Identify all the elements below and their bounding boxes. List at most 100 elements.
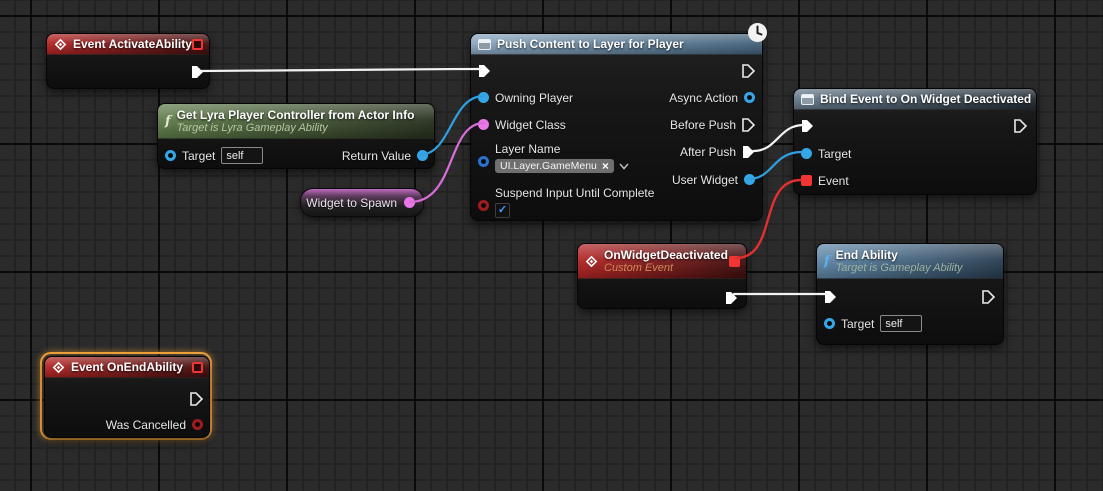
exec-pin-icon bbox=[191, 65, 204, 79]
suspend-checkbox[interactable]: ✓ bbox=[495, 203, 510, 218]
wire-exec-activate-to-push[interactable] bbox=[201, 69, 481, 71]
node-header: f End Ability Target is Gameplay Ability bbox=[817, 244, 1003, 279]
check-icon: ✓ bbox=[498, 205, 507, 216]
node-push-content-to-layer[interactable]: Push Content to Layer for Player Owning … bbox=[470, 33, 763, 221]
node-end-ability[interactable]: f End Ability Target is Gameplay Ability… bbox=[816, 243, 1004, 345]
pin-label: Was Cancelled bbox=[106, 418, 186, 432]
pin-label: Target bbox=[841, 317, 874, 331]
node-header: Bind Event to On Widget Deactivated bbox=[794, 89, 1036, 110]
node-header: Event OnEndAbility bbox=[45, 357, 209, 378]
exec-pin-icon bbox=[801, 119, 814, 133]
class-pin-icon[interactable] bbox=[478, 119, 489, 130]
pin-suspend-input[interactable]: Suspend Input Until Complete ✓ bbox=[478, 186, 654, 218]
class-pin-icon[interactable] bbox=[404, 197, 415, 208]
object-pin-icon[interactable] bbox=[165, 150, 176, 161]
selection-frame: Event OnEndAbility Was Cancelled bbox=[40, 352, 212, 440]
node-widget-to-spawn[interactable]: Widget to Spawn bbox=[300, 188, 424, 217]
node-subtitle: Custom Event bbox=[604, 263, 728, 274]
node-header: Event ActivateAbility bbox=[47, 34, 209, 55]
exec-out-pin[interactable] bbox=[982, 287, 995, 306]
object-pin-icon[interactable] bbox=[478, 92, 489, 103]
event-diamond-icon bbox=[52, 361, 65, 374]
chevron-down-icon[interactable] bbox=[619, 163, 629, 170]
exec-pin-icon bbox=[478, 64, 491, 78]
pin-label: Layer Name bbox=[495, 142, 629, 156]
pin-before-push[interactable]: Before Push bbox=[670, 115, 755, 134]
node-on-widget-deactivated[interactable]: OnWidgetDeactivated Custom Event bbox=[577, 243, 747, 309]
target-self-field[interactable] bbox=[880, 315, 922, 332]
node-title: Bind Event to On Widget Deactivated bbox=[820, 92, 1031, 106]
object-pin-icon[interactable] bbox=[744, 92, 755, 103]
exec-pin-icon bbox=[1014, 119, 1027, 133]
tag-pin-icon[interactable] bbox=[478, 156, 489, 167]
pin-target[interactable]: Target bbox=[165, 146, 263, 165]
pin-return-value[interactable]: Return Value bbox=[342, 146, 428, 165]
node-title: Event OnEndAbility bbox=[71, 360, 183, 374]
delegate-pin-icon[interactable] bbox=[192, 362, 203, 373]
node-header: Push Content to Layer for Player bbox=[471, 34, 762, 55]
pin-event[interactable]: Event bbox=[801, 171, 849, 190]
exec-in-pin[interactable] bbox=[801, 116, 814, 135]
node-event-on-end-ability[interactable]: Event OnEndAbility Was Cancelled bbox=[44, 356, 210, 438]
node-bind-event[interactable]: Bind Event to On Widget Deactivated Targ… bbox=[793, 88, 1037, 195]
exec-pin-icon bbox=[742, 64, 755, 78]
pin-after-push[interactable]: After Push bbox=[680, 142, 755, 161]
blueprint-graph-canvas[interactable]: Event ActivateAbility f Get Lyra Player … bbox=[0, 0, 1103, 491]
exec-out-pin[interactable] bbox=[1014, 116, 1027, 135]
exec-pin-icon bbox=[742, 145, 755, 159]
node-event-activate-ability[interactable]: Event ActivateAbility bbox=[46, 33, 210, 89]
pin-label: Event bbox=[818, 174, 849, 188]
node-subtitle: Target is Lyra Gameplay Ability bbox=[177, 123, 415, 134]
exec-out-pin[interactable] bbox=[190, 389, 203, 408]
pin-label: Owning Player bbox=[495, 91, 573, 105]
exec-pin-icon bbox=[725, 291, 738, 305]
function-f-icon: f bbox=[165, 115, 171, 128]
pin-widget-class[interactable]: Widget Class bbox=[478, 115, 566, 134]
node-header: f Get Lyra Player Controller from Actor … bbox=[158, 104, 434, 139]
widget-icon bbox=[478, 39, 491, 50]
exec-out-pin[interactable] bbox=[191, 62, 204, 81]
node-title: Push Content to Layer for Player bbox=[497, 37, 684, 51]
pin-target[interactable]: Target bbox=[801, 144, 851, 163]
pin-async-action[interactable]: Async Action bbox=[669, 88, 755, 107]
node-subtitle: Target is Gameplay Ability bbox=[836, 263, 963, 274]
bool-pin-icon[interactable] bbox=[478, 200, 489, 211]
exec-out-pin[interactable] bbox=[725, 288, 738, 307]
object-pin-icon[interactable] bbox=[801, 148, 812, 159]
exec-in-pin[interactable] bbox=[478, 61, 491, 80]
widget-icon bbox=[801, 94, 814, 105]
exec-pin-icon bbox=[190, 392, 203, 406]
pin-user-widget[interactable]: User Widget bbox=[672, 170, 755, 189]
pin-owning-player[interactable]: Owning Player bbox=[478, 88, 573, 107]
pin-label: After Push bbox=[680, 145, 736, 159]
exec-pin-icon bbox=[742, 118, 755, 132]
delegate-pin-icon[interactable] bbox=[729, 256, 740, 267]
exec-in-pin[interactable] bbox=[824, 287, 837, 306]
gameplay-tag-pill[interactable]: UI.Layer.GameMenu × bbox=[495, 159, 614, 173]
target-self-field[interactable] bbox=[221, 147, 263, 164]
node-get-lyra-player-controller[interactable]: f Get Lyra Player Controller from Actor … bbox=[157, 103, 435, 169]
node-title: OnWidgetDeactivated bbox=[604, 248, 728, 262]
bool-pin-icon[interactable] bbox=[192, 419, 203, 430]
object-pin-icon[interactable] bbox=[744, 174, 755, 185]
pin-label: User Widget bbox=[672, 173, 738, 187]
pin-target[interactable]: Target bbox=[824, 314, 922, 333]
exec-pin-icon bbox=[982, 290, 995, 304]
object-pin-icon[interactable] bbox=[824, 318, 835, 329]
pin-label: Widget Class bbox=[495, 118, 566, 132]
node-title: End Ability bbox=[836, 248, 963, 262]
node-title: Event ActivateAbility bbox=[73, 37, 192, 51]
clock-icon bbox=[747, 22, 768, 43]
delegate-pin-icon[interactable] bbox=[192, 39, 203, 50]
pin-label: Suspend Input Until Complete bbox=[495, 186, 654, 200]
exec-out-pin[interactable] bbox=[742, 61, 755, 80]
node-header: OnWidgetDeactivated Custom Event bbox=[578, 244, 746, 279]
pin-layer-name[interactable]: Layer Name UI.Layer.GameMenu × bbox=[478, 142, 629, 173]
function-f-icon: f bbox=[824, 255, 830, 268]
pin-label: Return Value bbox=[342, 149, 411, 163]
pin-label: Before Push bbox=[670, 118, 736, 132]
pin-was-cancelled[interactable]: Was Cancelled bbox=[106, 415, 203, 434]
clear-icon[interactable]: × bbox=[602, 160, 609, 172]
object-pin-icon[interactable] bbox=[417, 150, 428, 161]
delegate-pin-icon[interactable] bbox=[801, 175, 812, 186]
